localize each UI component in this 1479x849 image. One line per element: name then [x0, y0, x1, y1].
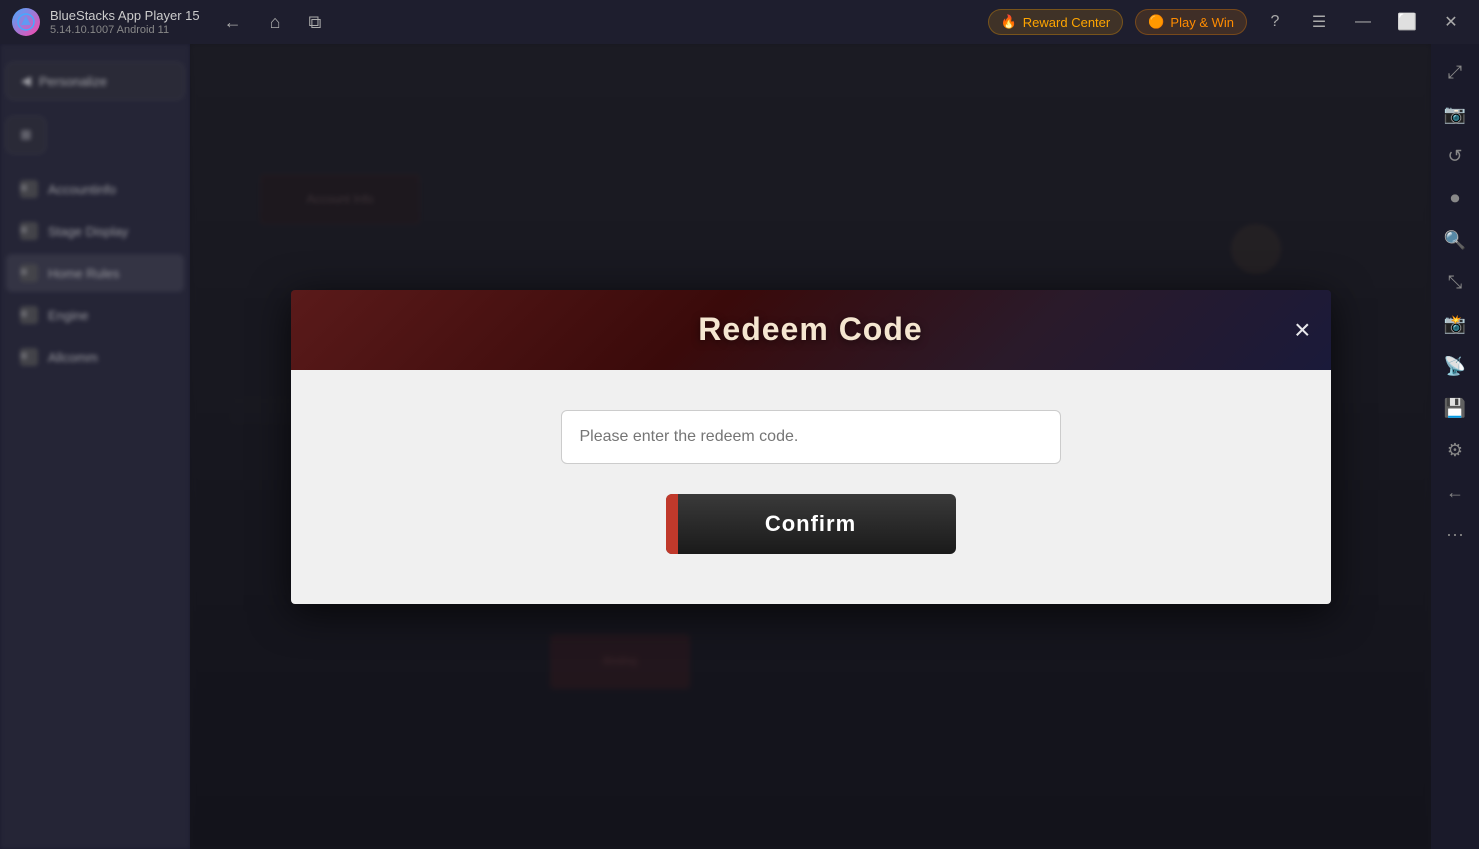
- confirm-red-bar: [666, 494, 678, 554]
- sidebar-item-engine[interactable]: ≡ Engine: [6, 296, 184, 334]
- screenshot-icon: 📷: [1444, 104, 1466, 125]
- refresh-button[interactable]: ↺: [1435, 136, 1475, 176]
- maximize-button[interactable]: ⬜: [1391, 10, 1423, 34]
- expand-icon: ⤢: [1448, 62, 1462, 83]
- game-area: Account Info Binding Redeem Code ×: [190, 44, 1431, 849]
- nav-home-button[interactable]: ⌂: [264, 8, 287, 37]
- wifi-icon: 📡: [1444, 356, 1466, 377]
- save-icon: 💾: [1444, 398, 1466, 419]
- help-button[interactable]: ?: [1259, 10, 1291, 34]
- settings-button[interactable]: ⚙: [1435, 430, 1475, 470]
- grid-icon: ⊞: [21, 127, 32, 143]
- personalize-label: Personalize: [39, 74, 107, 89]
- expand-button[interactable]: ⤢: [1435, 52, 1475, 92]
- sidebar-item-accountinfo[interactable]: ≡ Accountinfo: [6, 170, 184, 208]
- list-icon: ≡: [20, 180, 38, 198]
- camera-icon: 📸: [1444, 314, 1466, 335]
- menu-button[interactable]: ☰: [1303, 10, 1335, 34]
- list-icon-2: ≡: [20, 222, 38, 240]
- record-icon: ⏺: [1451, 188, 1460, 209]
- refresh-icon: ↺: [1447, 146, 1462, 167]
- sidebar-item-allcomm[interactable]: ≡ Allcomm: [6, 338, 184, 376]
- reward-icon: 🔥: [1001, 14, 1017, 30]
- zoom-icon: 🔍: [1444, 230, 1466, 251]
- app-logo: [12, 8, 40, 36]
- screenshot-button[interactable]: 📷: [1435, 94, 1475, 134]
- close-button[interactable]: ✕: [1435, 10, 1467, 34]
- back-button[interactable]: ←: [1435, 472, 1475, 512]
- reward-center-label: Reward Center: [1023, 15, 1110, 30]
- more-icon: ···: [1446, 524, 1464, 545]
- nav-back-button[interactable]: ←: [218, 8, 248, 37]
- more-button[interactable]: ···: [1435, 514, 1475, 554]
- zoom-button[interactable]: 🔍: [1435, 220, 1475, 260]
- settings-icon: ⚙: [1447, 440, 1463, 461]
- modal-close-button[interactable]: ×: [1294, 316, 1310, 344]
- back-icon: ←: [1446, 482, 1464, 503]
- input-row: [351, 410, 1271, 464]
- reward-center-button[interactable]: 🔥 Reward Center: [988, 9, 1124, 35]
- personalize-button[interactable]: ◀ Personalize: [6, 62, 184, 100]
- record-button[interactable]: ⏺: [1435, 178, 1475, 218]
- minimize-button[interactable]: —: [1347, 10, 1379, 34]
- confirm-button[interactable]: Confirm: [666, 494, 956, 554]
- resize-icon: ⤡: [1448, 272, 1462, 293]
- left-sidebar: ◀ Personalize ⊞ ≡ Accountinfo ≡ Stage Di…: [0, 44, 190, 849]
- confirm-label: Confirm: [765, 511, 856, 537]
- app-name: BlueStacks App Player 15: [50, 8, 200, 23]
- title-bar: BlueStacks App Player 15 5.14.10.1007 An…: [0, 0, 1479, 44]
- main-content: ◀ Personalize ⊞ ≡ Accountinfo ≡ Stage Di…: [0, 44, 1479, 849]
- play-win-button[interactable]: 🟠 Play & Win: [1135, 9, 1247, 35]
- title-bar-right: 🔥 Reward Center 🟠 Play & Win ? ☰ — ⬜ ✕: [988, 9, 1467, 35]
- list-icon-4: ≡: [20, 306, 38, 324]
- right-sidebar: ⤢ 📷 ↺ ⏺ 🔍 ⤡ 📸 📡 💾 ⚙ ←: [1431, 44, 1479, 849]
- redeem-code-input[interactable]: [561, 410, 1061, 464]
- list-icon-5: ≡: [20, 348, 38, 366]
- sidebar-item-homerules[interactable]: ≡ Home Rules: [6, 254, 184, 292]
- sidebar-item-label-5: Allcomm: [48, 350, 98, 365]
- wifi-button[interactable]: 📡: [1435, 346, 1475, 386]
- nav-controls: ← ⌂ ⧉: [218, 8, 328, 37]
- modal-header: Redeem Code ×: [291, 290, 1331, 370]
- sidebar-item-label-3: Home Rules: [48, 266, 120, 281]
- camera-button[interactable]: 📸: [1435, 304, 1475, 344]
- modal-body: Confirm: [291, 370, 1331, 604]
- sidebar-item-stagedisplay[interactable]: ≡ Stage Display: [6, 212, 184, 250]
- sidebar-item-label-2: Stage Display: [48, 224, 128, 239]
- play-win-icon: 🟠: [1148, 14, 1164, 30]
- sidebar-item-label-4: Engine: [48, 308, 88, 323]
- nav-tabs-button[interactable]: ⧉: [302, 8, 327, 37]
- list-icon-3: ≡: [20, 264, 38, 282]
- save-button[interactable]: 💾: [1435, 388, 1475, 428]
- sidebar-item-label: Accountinfo: [48, 182, 116, 197]
- grid-button[interactable]: ⊞: [6, 116, 46, 154]
- modal-title: Redeem Code: [698, 311, 922, 348]
- resize-button[interactable]: ⤡: [1435, 262, 1475, 302]
- play-win-label: Play & Win: [1170, 15, 1234, 30]
- app-version: 5.14.10.1007 Android 11: [50, 24, 200, 36]
- redeem-code-modal: Redeem Code × Confirm: [291, 290, 1331, 604]
